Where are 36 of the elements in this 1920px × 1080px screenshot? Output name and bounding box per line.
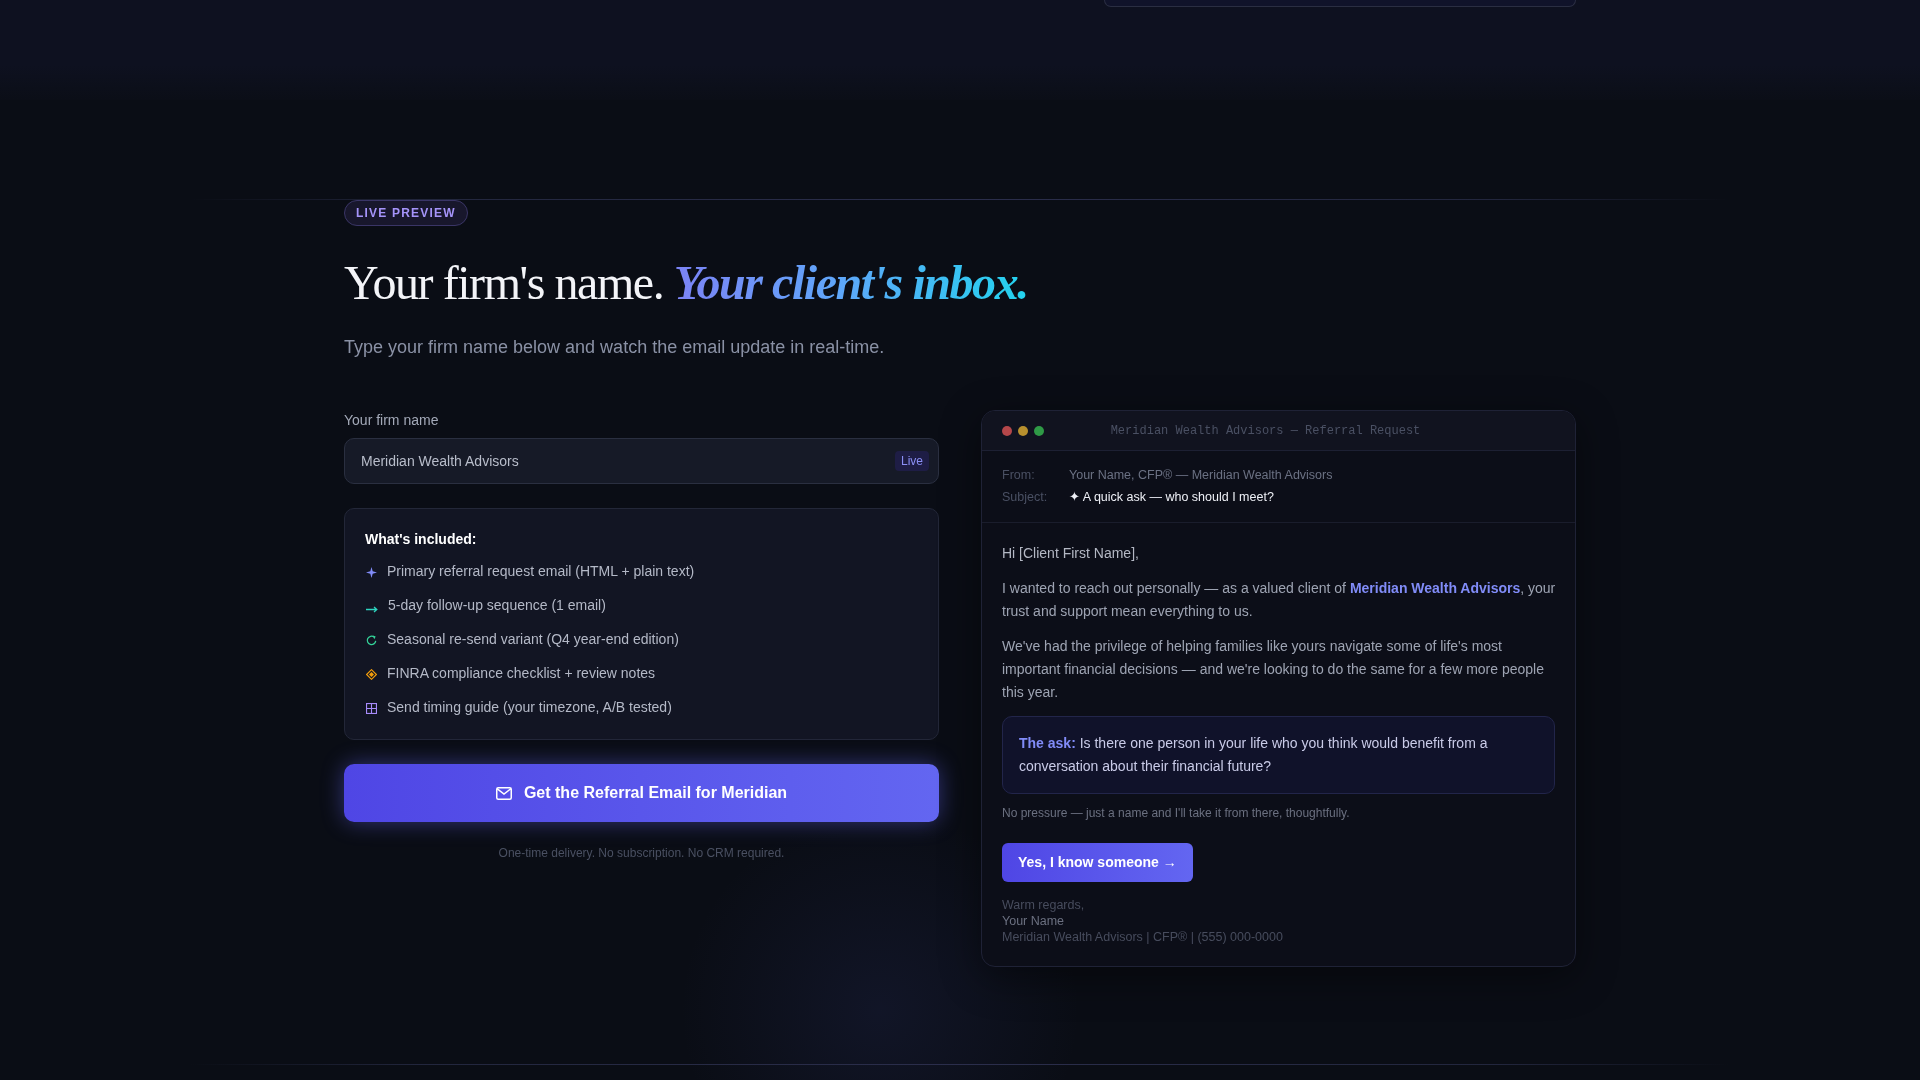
get-email-button[interactable]: Get the Referral Email for Meridian: [344, 764, 939, 822]
grid-icon: [366, 702, 377, 714]
live-indicator: Live: [895, 451, 929, 471]
field-label: From:: [1002, 467, 1036, 484]
included-item: Send timing guide (your timezone, A/B tested): [387, 698, 672, 717]
delivery-note: One-time delivery. No subscription. No CRM required.: [497, 845, 786, 861]
diamond-icon: [366, 668, 377, 680]
included-item: FINRA compliance checklist + review notes: [387, 664, 656, 683]
arrow-icon: [366, 605, 378, 613]
window-dot-icon: [1002, 425, 1012, 436]
window-dot-icon: [1018, 425, 1028, 436]
included-title: What's included:: [365, 530, 478, 549]
window-dot-icon: [1034, 425, 1044, 436]
signature-name: Your Name: [1002, 913, 1066, 929]
ask-callout: The ask: Is there one person in your life who you think would benefit from a conversation about their financial future?: [1002, 716, 1555, 794]
sparkle-icon: [366, 566, 377, 578]
preview-label: LIVE PREVIEW: [344, 200, 468, 226]
subject-line: ✦ A quick ask — who should I meet?: [1069, 489, 1274, 506]
signature-closing: Warm regards,: [1002, 897, 1086, 913]
window-title: Meridian Wealth Advisors — Referral Request: [1109, 422, 1422, 440]
referral-button[interactable]: Yes, I know someone →: [1002, 843, 1193, 882]
email-note: No pressure — just a name and I'll take it from there, thoughtfully.: [1002, 805, 1351, 822]
sender-line: Your Name, CFP® — Meridian Wealth Advisors: [1069, 467, 1333, 484]
included-item: Primary referral request email (HTML + plain text): [387, 562, 695, 581]
page-subtitle: Type your firm name below and watch the email update in real-time.: [344, 336, 886, 359]
circular-arrow-icon: [366, 634, 377, 646]
included-item: Seasonal re-send variant (Q4 year-end edition): [387, 630, 679, 649]
email-greeting: Hi [Client First Name],: [1002, 544, 1140, 563]
signature-details: Meridian Wealth Advisors | CFP® | (555) 000-0000: [1002, 929, 1284, 945]
field-label: Your firm name: [344, 411, 440, 430]
envelope-icon: [495, 786, 512, 800]
included-item: 5-day follow-up sequence (1 email): [388, 596, 606, 615]
field-label: Subject:: [1002, 489, 1049, 506]
email-paragraph: I wanted to reach out personally — as a valued client of Meridian Wealth Advisors, your trust and support mean everything to us.: [1002, 579, 1557, 621]
email-paragraph: We've had the privilege of helping families like yours navigate some of life's most important financial decisions — and we're looking to do the same for a few more people this year.: [1002, 637, 1545, 702]
page-heading: Your firm's name. Your client's inbox.: [344, 255, 1029, 311]
